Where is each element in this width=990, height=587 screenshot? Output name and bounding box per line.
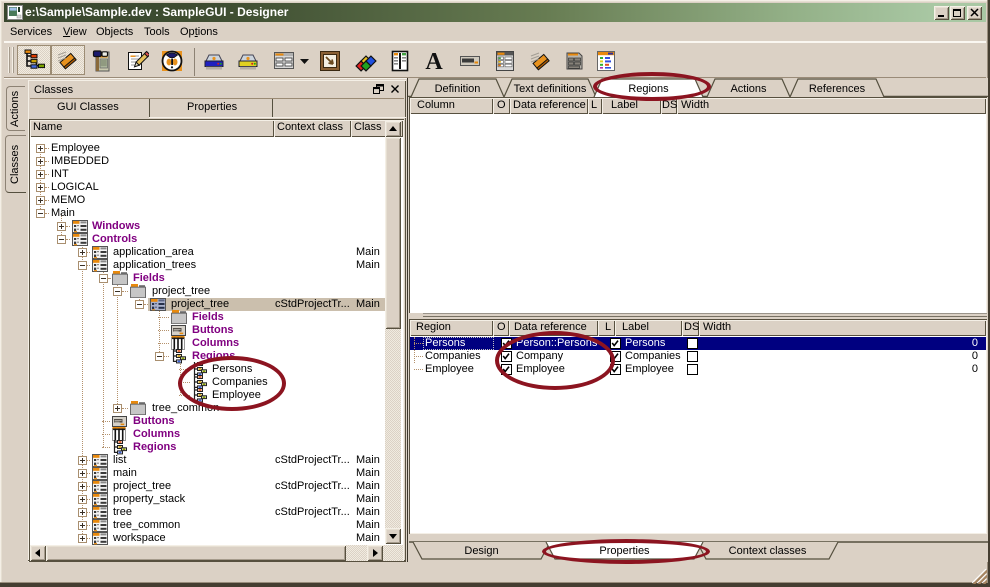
svg-text:Definition: Definition (435, 83, 481, 95)
svg-text:Actions: Actions (730, 83, 767, 95)
svg-text:Design: Design (464, 545, 498, 557)
svg-text:Context classes: Context classes (729, 545, 807, 557)
svg-text:References: References (809, 83, 866, 95)
svg-text:Text definitions: Text definitions (514, 83, 587, 95)
svg-text:A: A (425, 49, 443, 73)
